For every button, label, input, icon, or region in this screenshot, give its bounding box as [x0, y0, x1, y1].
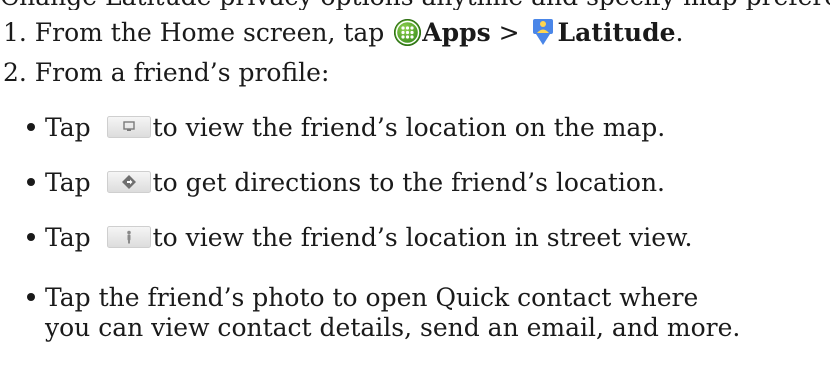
step-1-separator: > — [490, 18, 528, 47]
step-1: 1. From the Home screen, tap Apps > Lati… — [3, 18, 683, 48]
bullet-directions: Tap to get directions to the friend’s lo… — [27, 168, 665, 198]
step-1-suffix: . — [675, 18, 684, 47]
street-view-button-icon — [106, 225, 151, 248]
bullet-dot — [27, 123, 35, 131]
bullet-directions-after: to get directions to the friend’s locati… — [152, 168, 665, 197]
cut-header-text: Change Latitude privacy options anytime … — [0, 0, 830, 10]
cut-header-line: Change Latitude privacy options anytime … — [0, 0, 830, 10]
latitude-pin-icon — [532, 18, 554, 46]
apps-grid-icon — [394, 19, 422, 46]
bullet-map-before: Tap — [45, 113, 99, 142]
step-2: 2. From a friend’s profile: — [3, 58, 329, 88]
bullet-quick-contact-cont: you can view contact details, send an em… — [45, 313, 740, 343]
latitude-label: Latitude — [557, 18, 676, 47]
bullet-quick-contact-line-1: Tap the friend’s photo to open Quick con… — [45, 283, 699, 312]
bullet-dot — [27, 233, 35, 241]
bullet-directions-before: Tap — [45, 168, 99, 197]
bullet-map-after: to view the friend’s location on the map… — [152, 113, 666, 142]
bullet-map: Tap to view the friend’s location on the… — [27, 113, 665, 143]
bullet-dot — [27, 178, 35, 186]
step-1-prefix: 1. From the Home screen, tap — [3, 18, 393, 47]
map-button-icon — [106, 115, 151, 138]
directions-button-icon — [106, 170, 151, 193]
bullet-street-view-before: Tap — [45, 223, 99, 252]
bullet-street-view-after: to view the friend’s location in street … — [152, 223, 693, 252]
bullet-street-view: Tap to view the friend’s location in str… — [27, 223, 692, 253]
bullet-quick-contact: Tap the friend’s photo to open Quick con… — [27, 283, 698, 313]
step-2-text: 2. From a friend’s profile: — [3, 58, 330, 87]
bullet-dot — [27, 293, 35, 301]
bullet-quick-contact-line-2: you can view contact details, send an em… — [45, 313, 741, 342]
apps-label: Apps — [422, 18, 491, 47]
